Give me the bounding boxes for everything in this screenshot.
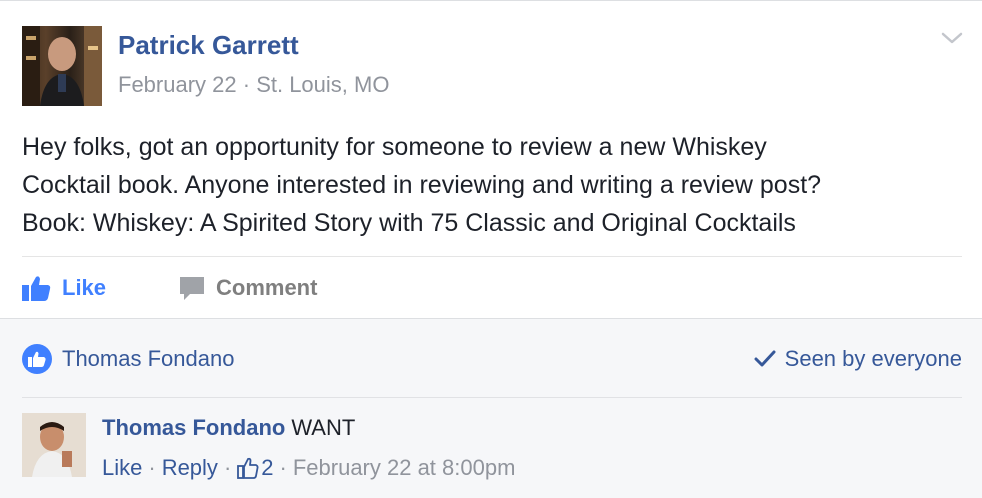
separator-dot: · bbox=[148, 455, 156, 480]
post-meta: February 22 · St. Louis, MO bbox=[118, 72, 389, 98]
commenter-avatar[interactable] bbox=[22, 413, 86, 477]
post-text-line: Book: Whiskey: A Spirited Story with 75 … bbox=[22, 209, 796, 237]
post-location[interactable]: St. Louis, MO bbox=[256, 72, 389, 97]
thumbs-up-icon bbox=[22, 276, 51, 301]
divider bbox=[22, 256, 962, 257]
author-avatar[interactable] bbox=[22, 26, 102, 106]
seen-status: Seen by everyone bbox=[753, 341, 962, 377]
post-author-name[interactable]: Patrick Garrett bbox=[118, 30, 299, 61]
separator-dot: · bbox=[223, 455, 232, 480]
comment-like-button[interactable]: Like bbox=[102, 455, 142, 481]
checkmark-icon bbox=[754, 350, 776, 367]
post-footer: Thomas Fondano Seen by everyone Thomas F… bbox=[0, 318, 982, 498]
seen-label: Seen by everyone bbox=[784, 346, 962, 371]
like-label: Like bbox=[62, 275, 107, 300]
comment-label: Comment bbox=[216, 275, 318, 300]
comment-reply-button[interactable]: Reply bbox=[162, 455, 218, 481]
comment-actions: Like · Reply · 2 · February 22 at 8:00pm bbox=[102, 455, 515, 481]
comment-button[interactable]: Comment bbox=[178, 272, 317, 304]
comment-icon bbox=[180, 277, 204, 300]
divider bbox=[22, 397, 962, 398]
post-date[interactable]: February 22 bbox=[118, 72, 237, 97]
thumbs-up-outline-icon[interactable] bbox=[237, 457, 259, 479]
liker-name[interactable]: Thomas Fondano bbox=[62, 346, 234, 372]
comment-author-name[interactable]: Thomas Fondano bbox=[102, 415, 285, 440]
like-button[interactable]: Like bbox=[22, 272, 106, 304]
chevron-down-icon[interactable] bbox=[940, 30, 964, 46]
meta-separator: · bbox=[236, 72, 257, 97]
facebook-post: Patrick Garrett February 22 · St. Louis,… bbox=[0, 0, 982, 498]
like-badge-icon bbox=[22, 344, 52, 374]
comment-like-count[interactable]: 2 bbox=[261, 455, 273, 481]
comment-text: WANT bbox=[291, 415, 356, 440]
likes-summary[interactable]: Thomas Fondano bbox=[22, 341, 234, 377]
comment-timestamp[interactable]: February 22 at 8:00pm bbox=[293, 455, 516, 481]
post-text-line: Cocktail book. Anyone interested in revi… bbox=[22, 171, 822, 199]
separator-dot: · bbox=[279, 455, 287, 480]
post-top-border bbox=[0, 0, 982, 1]
comment-content: Thomas Fondano WANT bbox=[102, 415, 355, 441]
post-body: Hey folks, got an opportunity for someon… bbox=[22, 128, 962, 242]
post-text-line: Hey folks, got an opportunity for someon… bbox=[22, 133, 767, 161]
